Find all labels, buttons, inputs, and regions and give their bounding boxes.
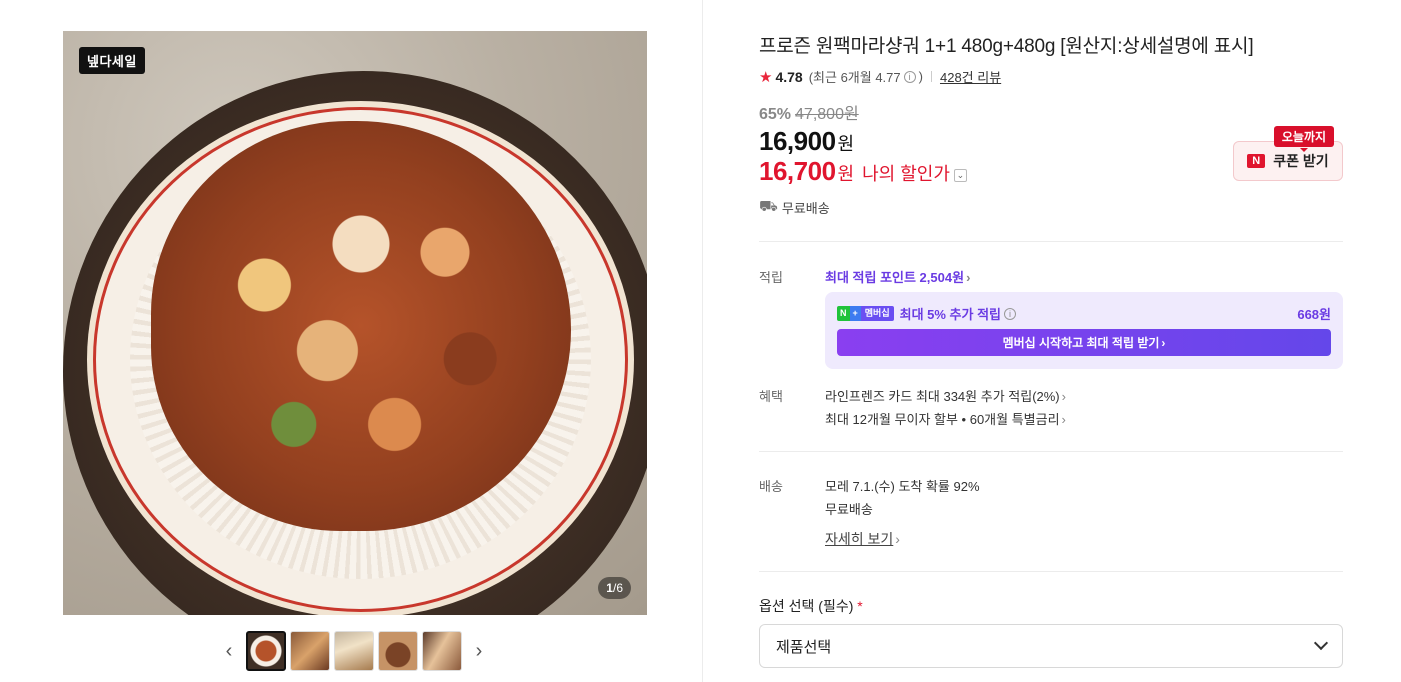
rating-score: 4.78: [775, 68, 803, 85]
thumbnail-strip: ‹ ›: [216, 630, 496, 672]
thumbnail-3[interactable]: [334, 631, 374, 671]
my-price-label: 나의 할인가: [862, 164, 950, 184]
original-price: 47,800원: [795, 106, 859, 123]
membership-box: N + 멤버십 최대 5% 추가 적립 i 668원 멤버십 시작하고 최대 적립 …: [825, 292, 1343, 369]
chevron-right-icon[interactable]: ›: [466, 631, 492, 671]
chevron-down-icon: [1313, 635, 1329, 651]
shipping-detail-link[interactable]: 자세히 보기 ›: [825, 529, 900, 549]
product-gallery: 넾다세일 1/6 ‹ ›: [0, 0, 703, 682]
shipping-fee: 무료배송: [825, 502, 873, 517]
thumbnail-2[interactable]: [290, 631, 330, 671]
membership-start-button[interactable]: 멤버십 시작하고 최대 적립 받기 ›: [837, 329, 1331, 356]
thumbnail-4[interactable]: [378, 631, 418, 671]
shipping-eta: 모레 7.1.(수) 도착 확률 92%: [825, 479, 980, 494]
required-mark: *: [857, 598, 863, 614]
divider: [930, 71, 932, 82]
chevron-right-icon: ›: [1161, 335, 1166, 350]
counter-current: 1: [606, 581, 613, 595]
points-link[interactable]: 최대 적립 포인트 2,504원 ›: [825, 267, 970, 286]
product-page: 넾다세일 1/6 ‹ › 프로즌 원팩마라샹궈 1+1 480g+480g [원…: [0, 0, 1401, 682]
truck-icon: ⛟: [759, 198, 778, 215]
coupon-deadline-tag: 오늘까지: [1273, 126, 1334, 152]
naver-n-icon: N: [1247, 154, 1266, 168]
option-select[interactable]: 제품선택: [759, 624, 1343, 668]
counter-total: /6: [612, 581, 623, 595]
divider: [759, 451, 1343, 452]
membership-text: 최대 5% 추가 적립: [899, 307, 1001, 322]
rating-row: ★ 4.78 (최근 6개월 4.77 i ) 428건 리뷰: [759, 67, 1001, 86]
option-select-value: 제품선택: [776, 638, 832, 656]
sale-price: 16,900 원: [759, 126, 854, 157]
benefit-card-link[interactable]: 라인프렌즈 카드 최대 334원 추가 적립(2%) ›: [825, 386, 1066, 405]
chevron-down-icon[interactable]: ⌄: [953, 169, 967, 182]
main-product-image[interactable]: 넾다세일 1/6: [63, 31, 647, 615]
shipping-label: 배송: [759, 479, 783, 494]
membership-logo-icon: N + 멤버십: [837, 306, 894, 321]
rating-recent: (최근 6개월 4.77: [808, 70, 901, 85]
star-icon: ★: [759, 68, 773, 86]
option-label: 옵션 선택 (필수) *: [759, 596, 863, 616]
rating-recent-close: ): [918, 69, 923, 84]
chevron-right-icon: ›: [1061, 389, 1066, 404]
product-title: 프로즌 원팩마라샹궈 1+1 480g+480g [원산지:상세설명에 표시]: [759, 36, 1254, 57]
delivery-row: ⛟ 무료배송: [759, 198, 830, 217]
my-price-unit: 원: [837, 164, 855, 184]
option-label-text: 옵션 선택 (필수): [759, 598, 854, 614]
benefits-label: 혜택: [759, 389, 783, 404]
divider: [759, 571, 1343, 572]
thumbnail-1[interactable]: [246, 631, 286, 671]
coupon-button[interactable]: N 쿠폰 받기: [1233, 141, 1343, 181]
divider: [759, 241, 1343, 242]
sale-badge: 넾다세일: [79, 47, 145, 74]
discount-row: 65% 47,800원: [759, 100, 859, 124]
chevron-right-icon: ›: [1061, 412, 1066, 427]
membership-header: N + 멤버십 최대 5% 추가 적립 i 668원: [837, 304, 1331, 323]
thumbnail-5[interactable]: [422, 631, 462, 671]
my-discount-price: 16,700 원 나의 할인가 ⌄: [759, 156, 967, 187]
delivery-text: 무료배송: [781, 201, 830, 216]
benefit-line-1: 라인프렌즈 카드 최대 334원 추가 적립(2%): [825, 389, 1060, 404]
sale-price-value: 16,900: [759, 126, 836, 156]
benefit-line-2: 최대 12개월 무이자 할부 • 60개월 특별금리: [825, 412, 1060, 427]
points-label: 적립: [759, 270, 783, 285]
info-icon[interactable]: i: [1004, 307, 1016, 320]
sale-price-unit: 원: [837, 134, 855, 154]
points-title: 최대 적립 포인트 2,504원: [825, 270, 965, 285]
detail-link-text: 자세히 보기: [825, 531, 894, 547]
membership-amount: 668원: [1297, 307, 1331, 322]
chevron-left-icon[interactable]: ‹: [216, 631, 242, 671]
chevron-right-icon: ›: [966, 270, 971, 285]
chevron-right-icon: ›: [895, 531, 900, 547]
benefit-installment-link[interactable]: 최대 12개월 무이자 할부 • 60개월 특별금리 ›: [825, 409, 1066, 428]
product-info: 프로즌 원팩마라샹궈 1+1 480g+480g [원산지:상세설명에 표시] …: [759, 0, 1343, 682]
image-counter: 1/6: [598, 577, 631, 599]
review-count-link[interactable]: 428건 리뷰: [940, 67, 1001, 86]
my-price-value: 16,700: [759, 156, 836, 186]
membership-button-label: 멤버십 시작하고 최대 적립 받기: [1002, 336, 1160, 350]
info-icon[interactable]: i: [903, 70, 916, 83]
mala-dish-graphic: [151, 121, 571, 531]
coupon-label: 쿠폰 받기: [1273, 153, 1329, 169]
discount-rate: 65%: [759, 106, 792, 123]
